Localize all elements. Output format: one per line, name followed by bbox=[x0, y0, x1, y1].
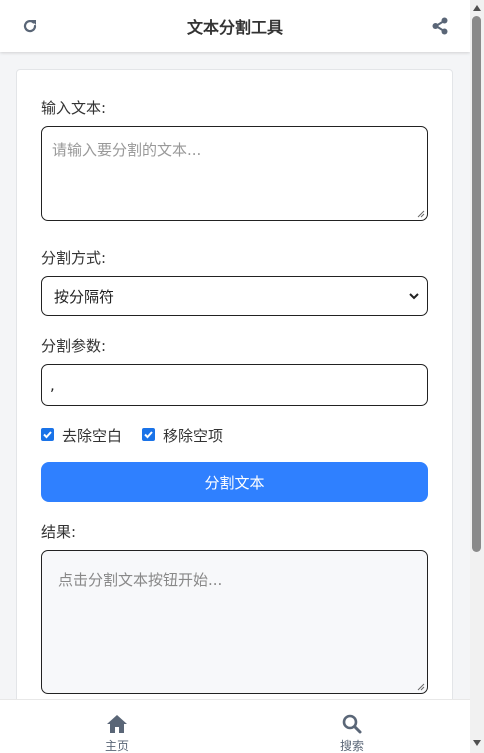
split-method-value: 按分隔符 bbox=[54, 287, 115, 306]
split-text-button[interactable]: 分割文本 bbox=[41, 462, 428, 502]
nav-item-search[interactable]: 搜索 bbox=[312, 700, 392, 753]
remove-empty-label[interactable]: 移除空项 bbox=[163, 425, 223, 446]
scrollbar-thumb[interactable] bbox=[472, 16, 481, 552]
split-method-label: 分割方式: bbox=[41, 249, 107, 267]
scroll-up-arrow-icon[interactable] bbox=[473, 5, 481, 11]
search-icon bbox=[342, 714, 362, 734]
input-text-label: 输入文本: bbox=[41, 99, 107, 117]
split-param-value: , bbox=[50, 376, 55, 394]
trim-whitespace-label[interactable]: 去除空白 bbox=[62, 425, 122, 446]
split-method-select[interactable]: 按分隔符 bbox=[41, 276, 428, 316]
nav-item-label: 主页 bbox=[104, 739, 129, 753]
home-icon bbox=[107, 715, 127, 733]
trim-whitespace-checkbox[interactable] bbox=[41, 428, 54, 441]
check-icon bbox=[43, 431, 52, 439]
app-header: 文本分割工具 bbox=[0, 0, 470, 52]
remove-empty-checkbox[interactable] bbox=[142, 428, 155, 441]
nav-item-label: 搜索 bbox=[339, 739, 364, 753]
bottom-nav: 主页 搜索 bbox=[0, 699, 470, 753]
nav-item-home[interactable]: 主页 bbox=[77, 700, 157, 753]
split-param-input[interactable]: , bbox=[41, 364, 428, 406]
refresh-icon[interactable] bbox=[20, 16, 40, 36]
resize-grip-icon[interactable] bbox=[417, 210, 425, 218]
split-param-label: 分割参数: bbox=[41, 337, 107, 355]
input-textarea[interactable]: 请输入要分割的文本... bbox=[41, 126, 428, 221]
check-icon bbox=[144, 431, 153, 439]
chevron-down-icon bbox=[409, 293, 419, 300]
page-scrollbar[interactable] bbox=[470, 0, 484, 753]
result-textarea[interactable]: 点击分割文本按钮开始... bbox=[41, 550, 428, 694]
share-icon[interactable] bbox=[430, 16, 450, 36]
scroll-down-arrow-icon[interactable] bbox=[473, 740, 481, 746]
page-title: 文本分割工具 bbox=[186, 18, 283, 37]
input-placeholder: 请输入要分割的文本... bbox=[52, 141, 202, 159]
result-placeholder: 点击分割文本按钮开始... bbox=[58, 571, 223, 589]
result-label: 结果: bbox=[41, 523, 77, 541]
resize-grip-icon[interactable] bbox=[417, 683, 425, 691]
